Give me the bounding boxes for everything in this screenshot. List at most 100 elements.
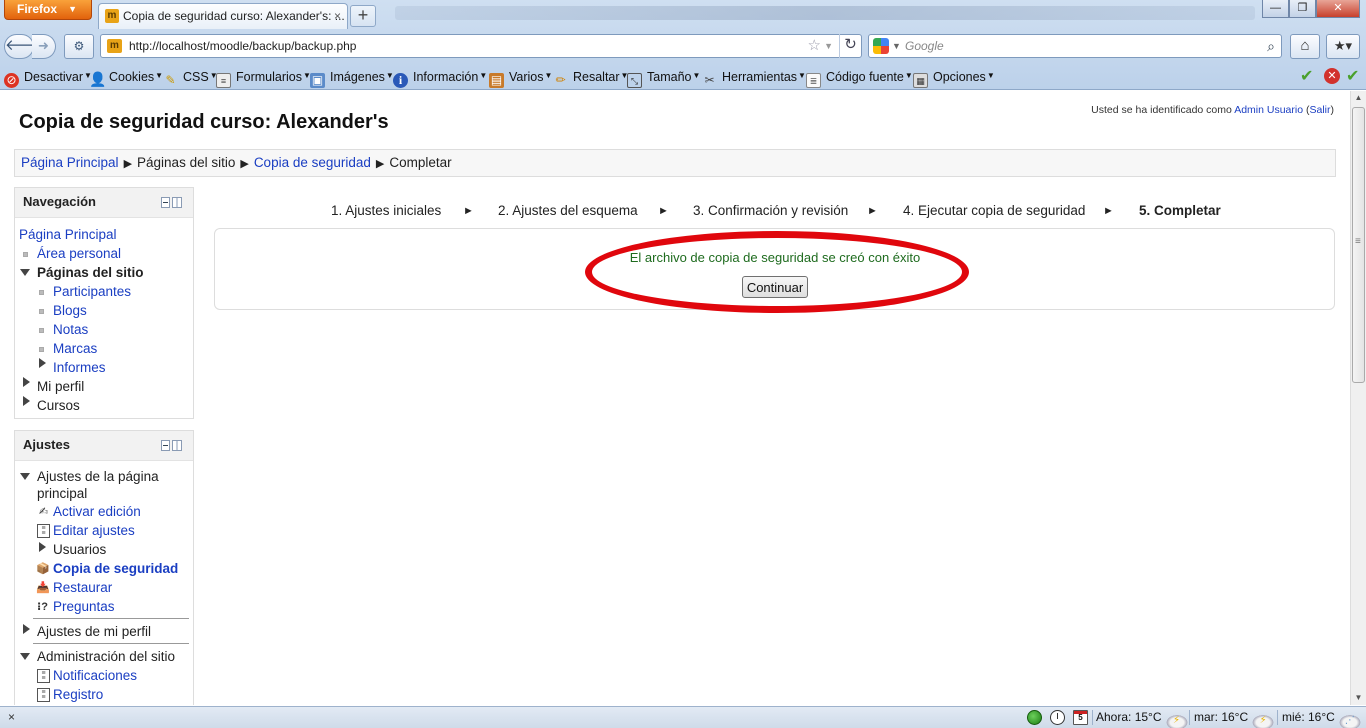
settings-notifications[interactable]: Notificaciones xyxy=(53,667,137,684)
settings-front-page[interactable]: Ajustes de la página principal xyxy=(37,468,159,502)
nav-item-courses[interactable]: Cursos xyxy=(37,397,80,414)
valid-check-icon[interactable]: ✔ xyxy=(1300,66,1313,86)
vertical-scrollbar[interactable]: ▲ ▼ xyxy=(1350,91,1366,705)
tb-size[interactable]: ⤡ Tamaño▼ xyxy=(627,68,700,88)
nav-item-tags[interactable]: Marcas xyxy=(53,340,97,357)
breadcrumb-separator-icon: ▶ xyxy=(375,158,385,170)
nav-item-profile[interactable]: Mi perfil xyxy=(37,378,84,395)
search-engine-dropdown-icon[interactable]: ▼ xyxy=(892,35,901,57)
settings-edit-mode[interactable]: Activar edición xyxy=(53,503,141,520)
tb-forms[interactable]: ≡ Formularios▼ xyxy=(216,68,311,88)
bookmarks-icon: ★▾ xyxy=(1333,38,1353,53)
block-controls-icon[interactable] xyxy=(161,440,183,451)
home-button[interactable]: ⌂ xyxy=(1290,34,1320,59)
collapsed-arrow-icon[interactable] xyxy=(23,624,30,634)
settings-users[interactable]: Usuarios xyxy=(53,541,106,558)
tb-highlight[interactable]: ✏ Resaltar▼ xyxy=(553,68,628,87)
settings-registration[interactable]: Registro xyxy=(53,686,103,703)
firefox-menu-button[interactable]: Firefox ▼ xyxy=(4,0,92,20)
error-icon[interactable]: ✕ xyxy=(1324,68,1340,84)
bullet-icon xyxy=(39,328,44,333)
logout-link[interactable]: Salir xyxy=(1309,104,1330,116)
block-controls-icon[interactable] xyxy=(161,197,183,208)
search-bar[interactable]: ▼ Google ⌕ xyxy=(868,34,1282,58)
tb-info[interactable]: i Información▼ xyxy=(393,68,487,88)
nav-item-blogs[interactable]: Blogs xyxy=(53,302,87,319)
tb-source[interactable]: ≣ Código fuente▼ xyxy=(806,68,913,88)
nav-item-participants-link[interactable]: Participantes xyxy=(53,284,131,299)
settings-restore[interactable]: Restaurar xyxy=(53,579,112,596)
status-globe-icon[interactable] xyxy=(1027,710,1042,725)
weather-tuesday[interactable]: mar: 16°C ⚡ xyxy=(1194,707,1276,728)
bookmarks-button[interactable]: ★▾ xyxy=(1326,34,1360,59)
settings-edit-settings[interactable]: Editar ajustes xyxy=(53,522,135,539)
expanded-arrow-icon[interactable] xyxy=(20,473,30,480)
settings-questions[interactable]: Preguntas xyxy=(53,598,115,615)
bookmark-star-icon[interactable]: ☆ xyxy=(808,35,821,57)
collapsed-arrow-icon[interactable] xyxy=(39,358,46,368)
collapsed-arrow-icon[interactable] xyxy=(23,396,30,406)
weather-now[interactable]: Ahora: 15°C ⚡ xyxy=(1096,707,1189,728)
weather-wednesday[interactable]: mié: 16°C ⋰ xyxy=(1282,707,1362,728)
clock-icon[interactable] xyxy=(1050,710,1065,725)
close-icon[interactable]: ✕ xyxy=(1316,0,1360,18)
scroll-up-icon[interactable]: ▲ xyxy=(1351,91,1366,105)
settings-backup[interactable]: Copia de seguridad xyxy=(53,560,178,577)
expanded-arrow-icon[interactable] xyxy=(20,269,30,276)
maximize-icon[interactable]: ❐ xyxy=(1289,0,1316,18)
tab-active[interactable]: m Copia de seguridad curso: Alexander's:… xyxy=(98,3,348,29)
calendar-icon[interactable]: 5 xyxy=(1073,710,1088,725)
settings-restore-link[interactable]: Restaurar xyxy=(53,580,112,595)
tb-tools[interactable]: ✂ Herramientas▼ xyxy=(702,68,805,87)
page-tools-button[interactable]: ⚙ xyxy=(64,34,94,59)
close-icon[interactable]: × xyxy=(8,707,15,728)
nav-item-home-link[interactable]: Página Principal xyxy=(19,227,117,242)
scroll-down-icon[interactable]: ▼ xyxy=(1351,691,1366,705)
expanded-arrow-icon[interactable] xyxy=(20,653,30,660)
collapsed-arrow-icon[interactable] xyxy=(39,542,46,552)
nav-item-personal-link[interactable]: Área personal xyxy=(37,246,121,261)
back-button[interactable]: 🡐 xyxy=(4,34,45,59)
tb-images[interactable]: ▣ Imágenes▼ xyxy=(310,68,394,88)
nav-item-reports[interactable]: Informes xyxy=(53,359,106,376)
settings-edit-mode-link[interactable]: Activar edición xyxy=(53,504,141,519)
reload-icon[interactable]: ↻ xyxy=(839,34,861,58)
tb-label: Resaltar xyxy=(573,70,620,84)
minimize-icon[interactable]: — xyxy=(1262,0,1289,18)
navigation-block: Navegación Página Principal Área persona… xyxy=(14,187,194,419)
breadcrumb-backup[interactable]: Copia de seguridad xyxy=(254,155,371,170)
settings-questions-link[interactable]: Preguntas xyxy=(53,599,115,614)
tb-misc[interactable]: ▤ Varios▼ xyxy=(489,68,552,88)
nav-item-personal[interactable]: Área personal xyxy=(37,245,121,262)
tab-close-icon[interactable]: × xyxy=(334,4,341,28)
scroll-thumb[interactable] xyxy=(1352,107,1365,383)
nav-item-site-pages[interactable]: Páginas del sitio xyxy=(37,264,144,281)
tb-disable[interactable]: ⊘ Desactivar▼ xyxy=(4,68,92,88)
settings-backup-link[interactable]: Copia de seguridad xyxy=(53,561,178,576)
tb-css[interactable]: ✎ CSS▼ xyxy=(163,68,217,87)
search-icon[interactable]: ⌕ xyxy=(1267,35,1275,57)
breadcrumb-home[interactable]: Página Principal xyxy=(21,155,119,170)
tb-cookies[interactable]: 👤 Cookies▼ xyxy=(89,68,163,87)
collapsed-arrow-icon[interactable] xyxy=(23,377,30,387)
settings-site-admin[interactable]: Administración del sitio xyxy=(37,648,175,665)
settings-registration-link[interactable]: Registro xyxy=(53,687,103,702)
user-link[interactable]: Admin Usuario xyxy=(1234,104,1303,116)
settings-notifications-link[interactable]: Notificaciones xyxy=(53,668,137,683)
nav-item-participants[interactable]: Participantes xyxy=(53,283,131,300)
google-icon[interactable] xyxy=(873,38,889,54)
nav-item-blogs-link[interactable]: Blogs xyxy=(53,303,87,318)
nav-item-reports-link[interactable]: Informes xyxy=(53,360,106,375)
url-bar[interactable]: m http://localhost/moodle/backup/backup.… xyxy=(100,34,862,58)
forward-button[interactable]: ➜ xyxy=(32,34,56,59)
tb-options[interactable]: ▦ Opciones▼ xyxy=(913,68,995,88)
settings-my-profile[interactable]: Ajustes de mi perfil xyxy=(37,623,151,640)
nav-item-notes-link[interactable]: Notas xyxy=(53,322,88,337)
nav-item-home[interactable]: Página Principal xyxy=(19,226,117,243)
settings-edit-settings-link[interactable]: Editar ajustes xyxy=(53,523,135,538)
valid-check-icon[interactable]: ✔ xyxy=(1346,66,1359,86)
nav-item-tags-link[interactable]: Marcas xyxy=(53,341,97,356)
url-history-dropdown-icon[interactable]: ▼ xyxy=(824,35,833,57)
new-tab-button[interactable]: + xyxy=(350,5,376,27)
nav-item-notes[interactable]: Notas xyxy=(53,321,88,338)
